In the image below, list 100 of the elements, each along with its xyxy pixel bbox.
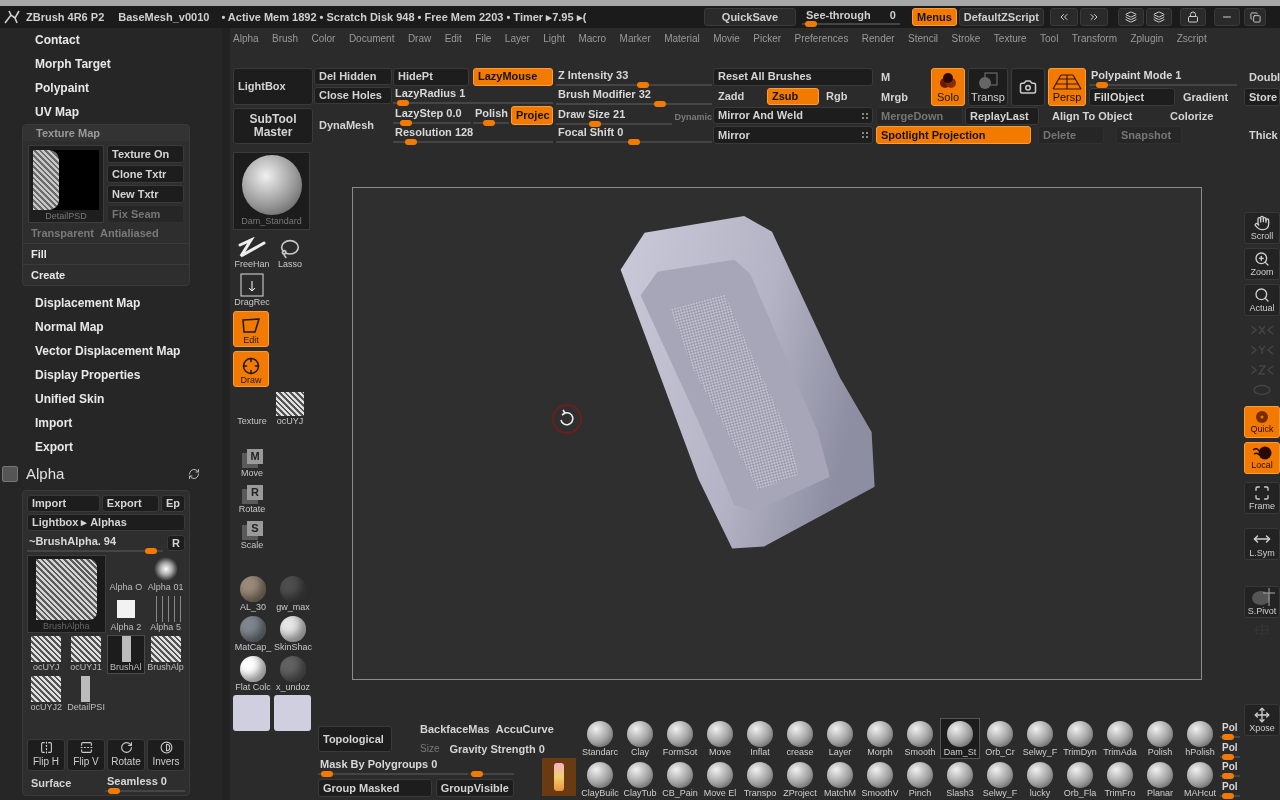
brush-button[interactable]: Selwy_F [1020,718,1060,759]
slider-thumb[interactable] [1222,753,1235,760]
menus-toggle[interactable]: Menus [911,8,957,26]
lock-button[interactable] [1180,8,1206,26]
brush-button[interactable]: ZProject [780,759,820,800]
slider[interactable]: ~BrushAlpha. 94 [27,534,164,552]
thumbnail-tile[interactable]: ocUYJ [27,635,66,674]
toolbar-button[interactable]: Topological [318,726,392,752]
quicksave-button[interactable]: QuickSave [703,8,796,26]
slider[interactable]: Seamless 0 [105,774,185,792]
slider[interactable]: Draw Size 21 [556,107,673,125]
layout-button[interactable] [1146,8,1172,26]
thumbnail-tile[interactable]: ocUYJ2 [27,675,66,714]
transform-button[interactable]: S Scale [233,521,271,553]
brush-button[interactable]: TrimDyn [1060,718,1100,759]
brush-button[interactable]: Smooth [900,718,940,759]
brush-button[interactable]: ClayTub [620,759,660,800]
view-tool-button[interactable]: Scroll [1244,212,1280,244]
slider[interactable]: Pol [1220,760,1240,778]
menu-bar-item[interactable]: Render [861,30,895,46]
slider-thumb[interactable] [108,787,121,794]
toolbar-button[interactable]: Align To Object [1047,107,1163,125]
brush-thumbnail[interactable]: Dam_Standard [233,152,310,230]
alpha-tool-button[interactable]: Invers [147,739,185,771]
menu-bar-item[interactable]: Marker [619,30,651,46]
texture-button[interactable]: Texture [233,389,271,427]
menu-bar-item[interactable]: Light [543,30,565,46]
menu-item[interactable]: Vector Displacement Map [0,339,222,363]
menu-bar-item[interactable]: Alpha [233,30,259,46]
slider-thumb[interactable] [320,771,333,777]
menu-bar-item[interactable]: Edit [444,30,462,46]
slider[interactable]: Pol [1220,779,1240,797]
brush-button[interactable]: Standarc [580,718,620,759]
toolbar-button[interactable]: Group Masked [318,779,432,797]
view-tool-button[interactable]: Local [1244,442,1280,474]
toolbar-button[interactable]: Store [1244,88,1280,106]
perspective-toggle[interactable]: Persp [1048,68,1086,106]
view-tool-button[interactable]: S.Pivot [1244,586,1280,618]
brush-button[interactable]: Transpo [740,759,780,800]
toolbar-button[interactable]: FillObject [1089,88,1175,106]
slider-thumb[interactable] [397,100,410,107]
script-button[interactable]: DefaultZScript [958,8,1044,26]
brush-button[interactable]: TrimAda [1100,718,1140,759]
restore-button[interactable] [1244,8,1266,26]
menu-bar-item[interactable]: Stroke [951,30,981,46]
brush-button[interactable]: Dam_St [940,718,980,759]
camera-button[interactable] [1011,68,1045,106]
brush-button[interactable]: MatchM [820,759,860,800]
transform-button[interactable]: R Rotate [233,485,271,517]
slider-thumb[interactable] [1222,734,1235,741]
canvas[interactable] [352,187,1202,680]
texture-action[interactable]: Fill [23,243,189,264]
menu-bar-item[interactable]: Preferences [794,30,849,46]
menu-item[interactable]: Displacement Map [0,291,222,315]
menu-bar-item[interactable]: Zplugin [1130,30,1164,46]
texture-button[interactable]: New Txtr [107,185,184,203]
menu-bar-item[interactable]: Transform [1071,30,1118,46]
scroll-left-button[interactable] [1050,8,1078,26]
menu-bar-item[interactable]: Draw [407,30,432,46]
menu-item[interactable]: Import [0,411,222,435]
panel-header[interactable]: Texture Map [23,125,189,141]
subtool-master-button[interactable]: SubTool Master [233,107,313,144]
brush-button[interactable]: CB_Pain [660,759,700,800]
menu-bar-item[interactable]: File [475,30,492,46]
slider[interactable]: Polish [473,106,509,125]
menu-bar-item[interactable]: Zscript [1176,30,1207,46]
slider-thumb[interactable] [404,139,417,146]
color-swatch[interactable] [233,695,270,731]
spotlight-toggle[interactable]: Spotlight Projection [876,126,1031,144]
brush-button[interactable]: TrimFro [1100,759,1140,800]
brush-button[interactable]: Planar [1140,759,1180,800]
view-tool-button[interactable]: Xpose [1244,704,1280,736]
brush-button[interactable]: lucky [1020,759,1060,800]
drag-rectangle-button[interactable]: DragRec [233,270,271,308]
brush-button[interactable]: FormSot [660,718,700,759]
toolbar-button[interactable]: HidePt [393,68,469,86]
brush-button[interactable]: Selwy_F [980,759,1020,800]
toolbar-button[interactable]: DynaMesh [314,106,392,144]
texture-thumbnail[interactable] [33,150,99,210]
lightbox-button[interactable]: Lightbox ▸ Alphas [27,514,185,531]
menu-bar-item[interactable]: Texture [993,30,1027,46]
texture-button[interactable]: Clone Txtr [107,165,184,183]
slider-thumb[interactable] [1095,81,1108,88]
brush-button[interactable]: Clay [620,718,660,759]
brush-button[interactable]: Inflat [740,718,780,759]
polypaint-brush-icon[interactable] [542,758,576,796]
slider[interactable]: LazyStep 0.0 [393,106,471,125]
toolbar-button[interactable]: Colorize [1165,107,1225,125]
menu-item[interactable]: Normal Map [0,315,222,339]
import-button[interactable]: Import [27,495,100,512]
toolbar-button[interactable]: Thick [1244,126,1280,144]
gravity-strength-label[interactable]: Gravity Strength 0 [449,740,545,757]
lasso-button[interactable]: Lasso [271,232,309,270]
brush-button[interactable]: Morph [860,718,900,759]
toolbar-button[interactable]: Reset All Brushes [713,68,873,86]
toolbar-button[interactable]: Gradient [1178,88,1237,106]
toolbar-button[interactable]: Mirror And Weld [713,106,873,125]
alpha-tool-button[interactable]: Flip H [27,739,65,771]
menu-bar-item[interactable]: Tool [1040,30,1059,46]
brush-button[interactable]: SmoothV [860,759,900,800]
